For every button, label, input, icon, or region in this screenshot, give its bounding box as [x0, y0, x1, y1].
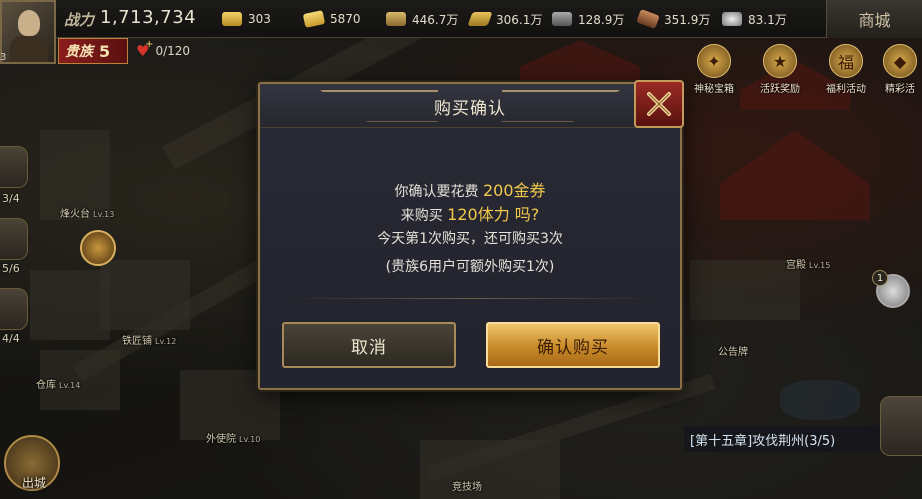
activity-active-reward[interactable]: ★ 活跃奖励: [752, 44, 808, 96]
side-count-1: 3/4: [2, 192, 20, 205]
build-queue-icon[interactable]: [80, 230, 116, 266]
purchase-confirm-dialog: 购买确认 你确认要花费 200金券 来购买 120体力 吗? 今天第1次购买，还…: [258, 80, 684, 390]
close-icon: [647, 92, 671, 116]
building-label-smithy[interactable]: 铁匠铺 Lv.12: [122, 332, 176, 347]
message-line-remaining: 今天第1次购买，还可购买3次: [377, 231, 563, 247]
welfare-icon: 福: [829, 44, 863, 78]
gold-ingot-icon: [222, 12, 242, 26]
message-line-cost: 你确认要花费 200金券: [394, 181, 546, 200]
stamina-display[interactable]: ♥ + 0/120: [136, 38, 190, 64]
reward-icon: ★: [763, 44, 797, 78]
confirm-purchase-button[interactable]: 确认购买: [486, 322, 660, 368]
building-label-beacon[interactable]: 烽火台 Lv.13: [60, 205, 114, 220]
treasure-chest-icon: ✦: [697, 44, 731, 78]
resource-silver[interactable]: 83.1万: [722, 10, 787, 28]
resource-stone[interactable]: 128.9万: [552, 10, 624, 28]
resource-gold[interactable]: 303: [222, 10, 271, 28]
activity-events[interactable]: ◆ 精彩活: [878, 44, 922, 96]
stone-icon: [552, 12, 572, 26]
resource-iron[interactable]: 351.9万: [636, 9, 710, 29]
resource-wood[interactable]: 306.1万: [467, 10, 542, 28]
cancel-button[interactable]: 取消: [282, 322, 456, 368]
activity-mystery-chest[interactable]: ✦ 神秘宝箱: [686, 44, 742, 96]
dialog-header: 购买确认: [260, 84, 680, 128]
out-city-label: 出城: [22, 476, 47, 490]
avatar-level: 3: [0, 52, 7, 63]
event-icon: ◆: [883, 44, 917, 78]
building-label-notice-board[interactable]: 公告牌: [718, 343, 748, 358]
resource-coupon[interactable]: 5870: [302, 10, 361, 28]
top-bar: 战力 1,713,734 303 5870 446.7万 306.1万 128.…: [0, 0, 922, 38]
resource-grain[interactable]: 446.7万: [386, 10, 458, 28]
building-label-warehouse[interactable]: 仓库 Lv.14: [36, 376, 80, 391]
power-label: 战力: [64, 11, 95, 29]
side-tab-2[interactable]: [0, 218, 28, 260]
iron-icon: [636, 9, 660, 29]
player-avatar[interactable]: [0, 0, 56, 64]
right-feature-icon[interactable]: 1: [872, 270, 910, 308]
item-highlight: 120体力 吗?: [447, 205, 540, 224]
stamina-heart-icon: ♥ +: [136, 39, 154, 60]
building-label-arena[interactable]: 竞技场: [452, 478, 482, 493]
building-label-palace[interactable]: 宫殿 Lv.15: [786, 256, 830, 271]
message-line-noble-bonus: (贵族6用户可额外购买1次): [385, 259, 555, 275]
building-label-embassy[interactable]: 外使院 Lv.10: [206, 430, 260, 445]
side-count-3: 4/4: [2, 332, 20, 345]
noble-rank-badge[interactable]: 贵族 5: [58, 38, 128, 64]
power-value: 1,713,734: [100, 7, 197, 28]
silver-icon: [722, 12, 742, 26]
close-button[interactable]: [634, 80, 684, 128]
activity-welfare[interactable]: 福 福利活动: [818, 44, 874, 96]
cost-highlight: 200金券: [482, 181, 546, 200]
side-count-2: 5/6: [2, 262, 20, 275]
quest-side-tab[interactable]: [880, 396, 922, 456]
dialog-title: 购买确认: [434, 99, 506, 119]
dialog-message: 你确认要花费 200金券 来购买 120体力 吗? 今天第1次购买，还可购买3次…: [260, 180, 680, 278]
side-tab-1[interactable]: [0, 146, 28, 188]
wood-icon: [467, 12, 493, 26]
message-line-item: 来购买 120体力 吗?: [400, 205, 540, 224]
quest-tracker[interactable]: [第十五章]攻伐荆州(3/5): [684, 426, 880, 452]
grain-icon: [386, 12, 406, 26]
shop-button[interactable]: 商城: [826, 0, 922, 38]
dialog-divider: [288, 298, 656, 299]
right-feature-badge: 1: [872, 270, 888, 286]
coupon-icon: [302, 10, 326, 28]
side-tab-3[interactable]: [0, 288, 28, 330]
